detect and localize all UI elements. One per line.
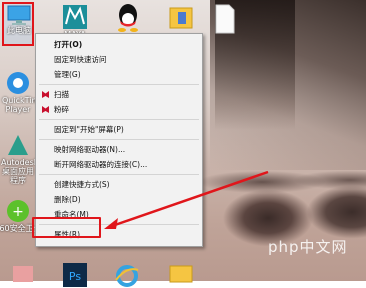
- this-pc-icon[interactable]: 此电脑: [4, 4, 34, 35]
- menu-item-label: 映射网络驱动器(N)...: [54, 145, 126, 154]
- photoshop-shortcut[interactable]: Ps: [60, 262, 90, 288]
- autodesk-shortcut[interactable]: Autodesk 桌面应用程序: [1, 132, 39, 185]
- blank-file-shortcut[interactable]: [210, 4, 240, 34]
- menu-separator: [39, 84, 199, 85]
- menu-item-manage[interactable]: 管理(G): [36, 67, 202, 82]
- menu-item-label: 管理(G): [54, 70, 81, 79]
- ie-shortcut[interactable]: [112, 262, 142, 288]
- context-menu: 打开(O) 固定到快速访问 管理(G) 扫描 粉碎 固定到"开始"屏幕(P) 映…: [35, 33, 203, 247]
- autodesk-label: Autodesk 桌面应用程序: [1, 158, 39, 185]
- menu-item-label: 固定到快速访问: [54, 55, 107, 64]
- svg-text:+: +: [12, 204, 24, 220]
- qq-shortcut[interactable]: [113, 3, 143, 33]
- mcafee-icon: [42, 91, 49, 98]
- 360-shortcut[interactable]: + 360安全卫士: [0, 198, 42, 233]
- menu-item-scan[interactable]: 扫描: [36, 87, 202, 102]
- maya-icon: [63, 5, 87, 29]
- menu-item-label: 创建快捷方式(S): [54, 180, 110, 189]
- quicktime-label: QuickTime Player: [2, 96, 45, 114]
- quicktime-icon: [7, 72, 29, 94]
- internet-explorer-icon: [115, 265, 139, 287]
- svg-text:Ps: Ps: [69, 270, 81, 283]
- mcafee-icon: [42, 106, 49, 113]
- folder-icon: [169, 7, 193, 29]
- menu-item-disconnect-network-drive[interactable]: 断开网络驱动器的连接(C)...: [36, 157, 202, 172]
- this-pc-label: 此电脑: [7, 26, 31, 35]
- menu-item-label: 删除(D): [54, 195, 81, 204]
- menu-separator: [39, 139, 199, 140]
- photoshop-icon: Ps: [63, 263, 87, 287]
- menu-item-label: 打开(O): [54, 40, 83, 49]
- menu-item-map-network-drive[interactable]: 映射网络驱动器(N)...: [36, 142, 202, 157]
- menu-item-open[interactable]: 打开(O): [36, 37, 202, 52]
- quicktime-shortcut[interactable]: QuickTime Player: [2, 70, 45, 114]
- menu-item-pin-start[interactable]: 固定到"开始"屏幕(P): [36, 122, 202, 137]
- menu-item-pin-quick-access[interactable]: 固定到快速访问: [36, 52, 202, 67]
- menu-item-label: 扫描: [54, 90, 69, 99]
- file-icon: [215, 4, 235, 34]
- menu-item-shred[interactable]: 粉碎: [36, 102, 202, 117]
- menu-item-label: 断开网络驱动器的连接(C)...: [54, 160, 148, 169]
- 360-security-icon: +: [7, 200, 29, 222]
- menu-separator: [39, 174, 199, 175]
- qq-penguin-icon: [118, 4, 138, 32]
- menu-item-delete[interactable]: 删除(D): [36, 192, 202, 207]
- autodesk-icon: [8, 135, 28, 155]
- menu-item-create-shortcut[interactable]: 创建快捷方式(S): [36, 177, 202, 192]
- properties-highlight-box: [32, 217, 101, 238]
- computer-icon: [7, 5, 31, 25]
- menu-item-label: 固定到"开始"屏幕(P): [54, 125, 124, 134]
- folder-shortcut[interactable]: [166, 4, 196, 32]
- watermark: php中文网: [268, 238, 348, 256]
- menu-separator: [39, 119, 199, 120]
- menu-item-label: 粉碎: [54, 105, 69, 114]
